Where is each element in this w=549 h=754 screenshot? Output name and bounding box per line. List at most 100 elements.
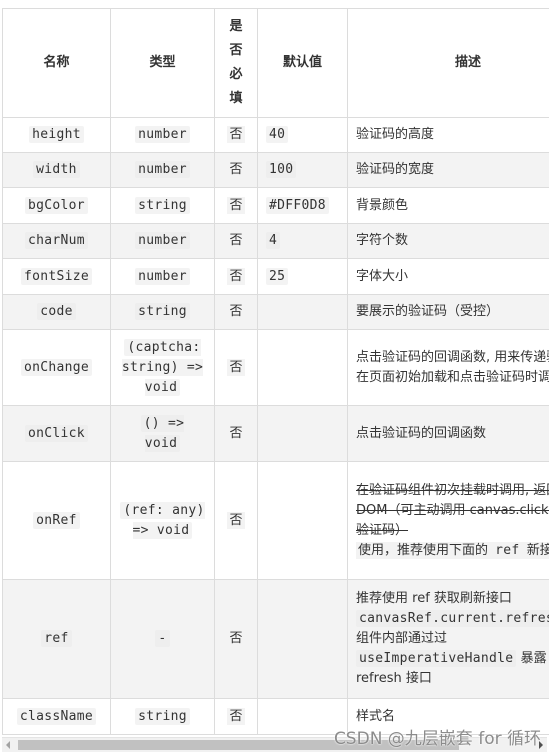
- cell-name: height: [2, 117, 111, 153]
- header-description: 描述: [347, 8, 549, 118]
- cell-name: onChange: [2, 329, 111, 406]
- prop-name: bgColor: [25, 196, 88, 214]
- cell-default: #DFF0D8: [257, 187, 348, 224]
- prop-type: string: [135, 196, 190, 214]
- cell-type: (captcha: string) => void: [110, 329, 215, 406]
- prop-required: 否: [227, 196, 245, 214]
- ref-desc-line2: 组件内部通过过: [356, 631, 448, 646]
- prop-name: className: [16, 707, 97, 725]
- prop-required: 否: [227, 511, 245, 529]
- props-table: 名称 类型 是否必填 默认值 描述 height number 否 40 验证码…: [2, 8, 549, 735]
- cell-type: string: [110, 187, 215, 224]
- deprecation-note-prefix: 使用，推荐使用下面的: [358, 542, 489, 558]
- cell-type: number: [110, 117, 215, 153]
- prop-required: 否: [227, 126, 245, 143]
- cell-type: -: [110, 579, 215, 699]
- prop-default: #DFF0D8: [266, 196, 329, 214]
- cell-required: 否: [214, 405, 258, 462]
- cell-default: [257, 294, 348, 330]
- prop-name: code: [37, 303, 76, 320]
- prop-default: 25: [266, 267, 289, 285]
- prop-required: 否: [227, 232, 245, 249]
- cell-type: (ref: any) => void: [110, 461, 215, 580]
- props-table-container: 名称 类型 是否必填 默认值 描述 height number 否 40 验证码…: [2, 8, 549, 737]
- scroll-left-arrow-icon[interactable]: [6, 741, 10, 749]
- prop-required: 否: [227, 358, 245, 376]
- prop-required: 否: [227, 303, 245, 320]
- cell-name: code: [2, 294, 111, 330]
- cell-type: number: [110, 152, 215, 188]
- cell-type: number: [110, 223, 215, 259]
- prop-name: charNum: [25, 232, 88, 249]
- prop-required: 否: [227, 630, 245, 647]
- cell-required: 否: [214, 698, 258, 735]
- header-type: 类型: [110, 8, 215, 118]
- watermark: CSDN @九层嵌套 for 循环: [333, 729, 541, 749]
- cell-required: 否: [214, 152, 258, 188]
- prop-required: 否: [227, 707, 245, 725]
- cell-default: 100: [257, 152, 348, 188]
- header-description-label: 描述: [454, 55, 481, 70]
- header-row: 名称 类型 是否必填 默认值 描述: [2, 8, 549, 118]
- ref-desc-line3: refresh 接口: [356, 671, 432, 686]
- prop-type: string: [135, 707, 190, 725]
- cell-description: 在验证码组件初次挂载时调用, 返回 canvas DOM（可主动调用 canva…: [347, 461, 549, 580]
- cell-required: 否: [214, 223, 258, 259]
- cell-name: className: [2, 698, 111, 735]
- cell-type: string: [110, 294, 215, 330]
- cell-default: [257, 329, 348, 406]
- cell-default: [257, 461, 348, 580]
- table-row: onChange (captcha: string) => void 否 点击验…: [2, 329, 549, 406]
- cell-description: 要展示的验证码（受控）: [347, 294, 549, 330]
- cell-description: 验证码的高度: [347, 117, 549, 153]
- header-required: 是否必填: [214, 8, 258, 118]
- table-row: fontSize number 否 25 字体大小: [2, 258, 549, 295]
- table-row: onRef (ref: any) => void 否 在验证码组件初次挂载时调用…: [2, 461, 549, 580]
- prop-name: width: [33, 161, 80, 178]
- cell-required: 否: [214, 187, 258, 224]
- prop-type: -: [155, 630, 170, 647]
- prop-type: string: [135, 303, 190, 320]
- ref-desc-code1: canvasRef.current.refresh(): [356, 610, 549, 627]
- cell-description: 背景颜色: [347, 187, 549, 224]
- cell-description: 字体大小: [347, 258, 549, 295]
- cell-default: 25: [257, 258, 348, 295]
- prop-type: number: [135, 161, 190, 178]
- prop-name: fontSize: [20, 267, 92, 285]
- header-name: 名称: [2, 8, 111, 118]
- prop-name: ref: [41, 630, 72, 647]
- prop-name: onChange: [20, 358, 92, 376]
- prop-type: number: [135, 267, 190, 285]
- cell-required: 否: [214, 329, 258, 406]
- cell-name: bgColor: [2, 187, 111, 224]
- deprecated-description: 在验证码组件初次挂载时调用, 返回 canvas DOM（可主动调用 canva…: [356, 482, 549, 538]
- prop-type: (captcha: string) => void: [121, 338, 204, 396]
- cell-required: 否: [214, 294, 258, 330]
- cell-required: 否: [214, 258, 258, 295]
- prop-required: 否: [227, 267, 245, 285]
- cell-name: width: [2, 152, 111, 188]
- prop-type: (ref: any) => void: [120, 501, 205, 539]
- cell-description: 验证码的宽度: [347, 152, 549, 188]
- cell-type: string: [110, 698, 215, 735]
- cell-name: ref: [2, 579, 111, 699]
- header-required-label: 是否必填: [229, 19, 243, 106]
- prop-default: 100: [266, 161, 297, 178]
- cell-description: 点击验证码的回调函数: [347, 405, 549, 462]
- table-row: code string 否 要展示的验证码（受控）: [2, 294, 549, 330]
- cell-required: 否: [214, 117, 258, 153]
- cell-default: 40: [257, 117, 348, 153]
- cell-type: () => void: [110, 405, 215, 462]
- prop-type: number: [135, 126, 190, 143]
- cell-name: onRef: [2, 461, 111, 580]
- prop-default: 4: [266, 232, 281, 249]
- ref-desc-line2b: 暴露: [520, 651, 547, 666]
- cell-required: 否: [214, 461, 258, 580]
- cell-default: [257, 405, 348, 462]
- cell-default: [257, 579, 348, 699]
- cell-default: 4: [257, 223, 348, 259]
- cell-description: 推荐使用 ref 获取刷新接口 canvasRef.current.refres…: [347, 579, 549, 699]
- prop-name: onRef: [33, 511, 80, 529]
- cell-name: charNum: [2, 223, 111, 259]
- prop-name: onClick: [25, 424, 88, 442]
